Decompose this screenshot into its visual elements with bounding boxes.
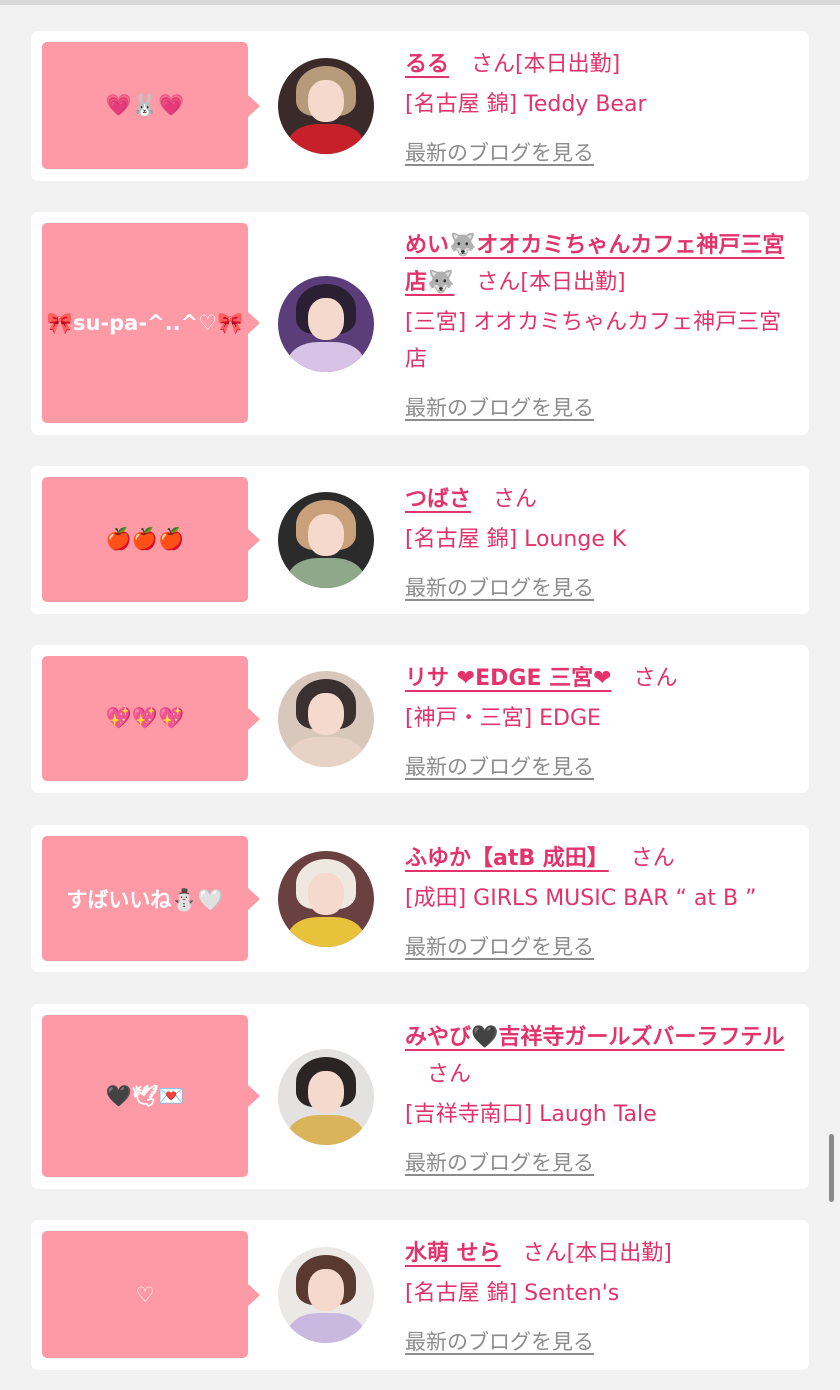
name-link[interactable]: みやび🖤吉祥寺ガールズバーラフテル [405, 1025, 784, 1050]
latest-blog-link[interactable]: 最新のブログを見る [405, 749, 594, 786]
entry-info: つばさ さん [名古屋 錦] Lounge K 最新のブログを見る [405, 481, 801, 607]
list-item: 🎀su-pa-^..^♡🎀 めい🐺オオカミちゃんカフェ神戸三宮店🐺 さん[本日出勤… [31, 212, 809, 435]
message-bubble: 💖💖💖 [42, 656, 248, 781]
avatar[interactable] [278, 492, 374, 588]
shop-label: [名古屋 錦] Senten's [405, 1281, 620, 1306]
message-text: 💖💖💖 [105, 706, 185, 730]
message-text: ♡ [135, 1282, 155, 1307]
shop-label: [成田] GIRLS MUSIC BAR “ at B ” [405, 886, 757, 911]
name-link[interactable]: 水萌 せら [405, 1241, 501, 1266]
avatar[interactable] [278, 1247, 374, 1343]
avatar[interactable] [278, 1049, 374, 1145]
latest-blog-link[interactable]: 最新のブログを見る [405, 570, 594, 607]
shop-label: [名古屋 錦] Teddy Bear [405, 92, 647, 117]
avatar[interactable] [278, 671, 374, 767]
name-suffix: さん [633, 666, 678, 691]
shop-label: [吉祥寺南口] Laugh Tale [405, 1102, 657, 1127]
message-bubble: 🎀su-pa-^..^♡🎀 [42, 223, 248, 423]
avatar[interactable] [278, 851, 374, 947]
name-line: 水萌 せら さん[本日出勤] [405, 1235, 801, 1272]
message-text: 🍎🍎🍎 [105, 527, 185, 551]
bubble-tail [248, 1284, 260, 1306]
name-line: みやび🖤吉祥寺ガールズバーラフテルさん [405, 1019, 801, 1093]
message-bubble: 🍎🍎🍎 [42, 477, 248, 602]
name-suffix: さん[本日出勤] [522, 1241, 672, 1266]
list-item: 🍎🍎🍎 つばさ さん [名古屋 錦] Lounge K 最新のブログを見る [31, 466, 809, 614]
latest-blog-link[interactable]: 最新のブログを見る [405, 135, 594, 172]
avatar[interactable] [278, 276, 374, 372]
list-item: 💖💖💖 リサ ❤EDGE 三宮❤ さん [神戸・三宮] EDGE 最新のブログを見… [31, 645, 809, 793]
entry-info: ふゆか【atB 成田】 さん [成田] GIRLS MUSIC BAR “ at … [405, 840, 801, 966]
shop-label: [名古屋 錦] Lounge K [405, 527, 627, 552]
name-suffix: さん[本日出勤] [471, 52, 621, 77]
name-link[interactable]: リサ ❤EDGE 三宮❤ [405, 666, 612, 691]
message-text: 💗🐰💗 [105, 93, 185, 117]
list-item: すばいいね⛄🤍 ふゆか【atB 成田】 さん [成田] GIRLS MUSIC B… [31, 825, 809, 972]
entry-info: リサ ❤EDGE 三宮❤ さん [神戸・三宮] EDGE 最新のブログを見る [405, 660, 801, 786]
message-bubble: 🖤🕊💌 [42, 1015, 248, 1177]
bubble-tail [248, 888, 260, 910]
name-line: めい🐺オオカミちゃんカフェ神戸三宮店🐺 さん[本日出勤] [405, 227, 801, 301]
name-line: リサ ❤EDGE 三宮❤ さん [405, 660, 801, 697]
message-bubble: すばいいね⛄🤍 [42, 836, 248, 961]
name-line: つばさ さん [405, 481, 801, 518]
name-suffix: さん[本日出勤] [476, 270, 626, 295]
message-text: 🎀su-pa-^..^♡🎀 [46, 310, 244, 335]
bubble-tail [248, 1085, 260, 1107]
latest-blog-link[interactable]: 最新のブログを見る [405, 1324, 594, 1361]
message-text: 🖤🕊💌 [105, 1083, 185, 1108]
name-line: ふゆか【atB 成田】 さん [405, 840, 801, 877]
message-bubble: ♡ [42, 1231, 248, 1358]
message-bubble: 💗🐰💗 [42, 42, 248, 169]
name-link[interactable]: るる [405, 52, 449, 77]
entry-info: 水萌 せら さん[本日出勤] [名古屋 錦] Senten's 最新のブログを見る [405, 1235, 801, 1361]
latest-blog-link[interactable]: 最新のブログを見る [405, 1145, 594, 1182]
name-link[interactable]: つばさ [405, 487, 471, 512]
list-item: 💗🐰💗 るる さん[本日出勤] [名古屋 錦] Teddy Bear 最新のブログ… [31, 31, 809, 181]
scrollbar[interactable] [829, 1134, 834, 1202]
name-suffix: さん [493, 487, 538, 512]
list-item: 🖤🕊💌 みやび🖤吉祥寺ガールズバーラフテルさん [吉祥寺南口] Laugh Ta… [31, 1004, 809, 1189]
bubble-tail [248, 708, 260, 730]
name-suffix: さん [630, 846, 675, 871]
name-link[interactable]: ふゆか【atB 成田】 [405, 846, 609, 871]
top-divider [0, 0, 840, 5]
bubble-tail [248, 95, 260, 117]
bubble-tail [248, 312, 260, 334]
shop-label: [三宮] オオカミちゃんカフェ神戸三宮店 [405, 310, 782, 372]
shop-label: [神戸・三宮] EDGE [405, 706, 601, 731]
entry-info: るる さん[本日出勤] [名古屋 錦] Teddy Bear 最新のブログを見る [405, 46, 801, 172]
bubble-tail [248, 529, 260, 551]
latest-blog-link[interactable]: 最新のブログを見る [405, 929, 594, 966]
message-text: すばいいね⛄🤍 [66, 887, 224, 912]
name-suffix: さん [427, 1062, 472, 1087]
latest-blog-link[interactable]: 最新のブログを見る [405, 390, 594, 427]
avatar[interactable] [278, 58, 374, 154]
list-item: ♡ 水萌 せら さん[本日出勤] [名古屋 錦] Senten's 最新のブログを… [31, 1220, 809, 1370]
entry-info: みやび🖤吉祥寺ガールズバーラフテルさん [吉祥寺南口] Laugh Tale 最… [405, 1019, 801, 1182]
name-line: るる さん[本日出勤] [405, 46, 801, 83]
entry-info: めい🐺オオカミちゃんカフェ神戸三宮店🐺 さん[本日出勤] [三宮] オオカミちゃん… [405, 227, 801, 427]
